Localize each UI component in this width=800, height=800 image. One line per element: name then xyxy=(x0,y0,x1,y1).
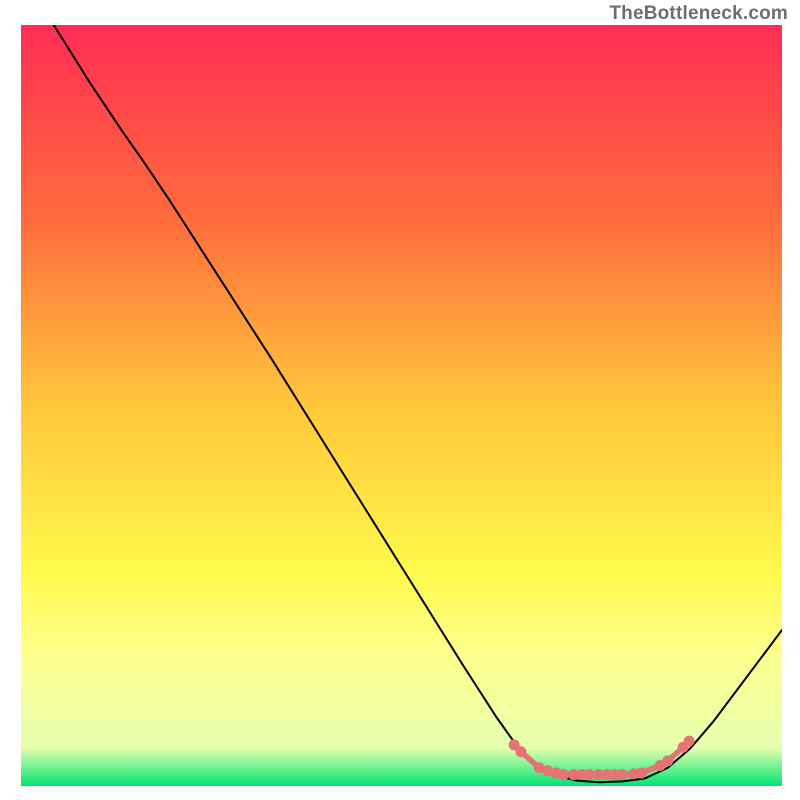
valley-marker xyxy=(684,736,695,747)
valley-marker xyxy=(558,769,569,780)
chart-plot xyxy=(21,25,782,786)
valley-marker xyxy=(515,746,526,757)
gradient-background xyxy=(21,25,782,786)
valley-marker xyxy=(617,769,628,780)
valley-marker xyxy=(662,755,673,766)
chart-svg xyxy=(21,25,782,786)
valley-marker xyxy=(636,768,647,779)
attribution-text: TheBottleneck.com xyxy=(609,3,788,25)
